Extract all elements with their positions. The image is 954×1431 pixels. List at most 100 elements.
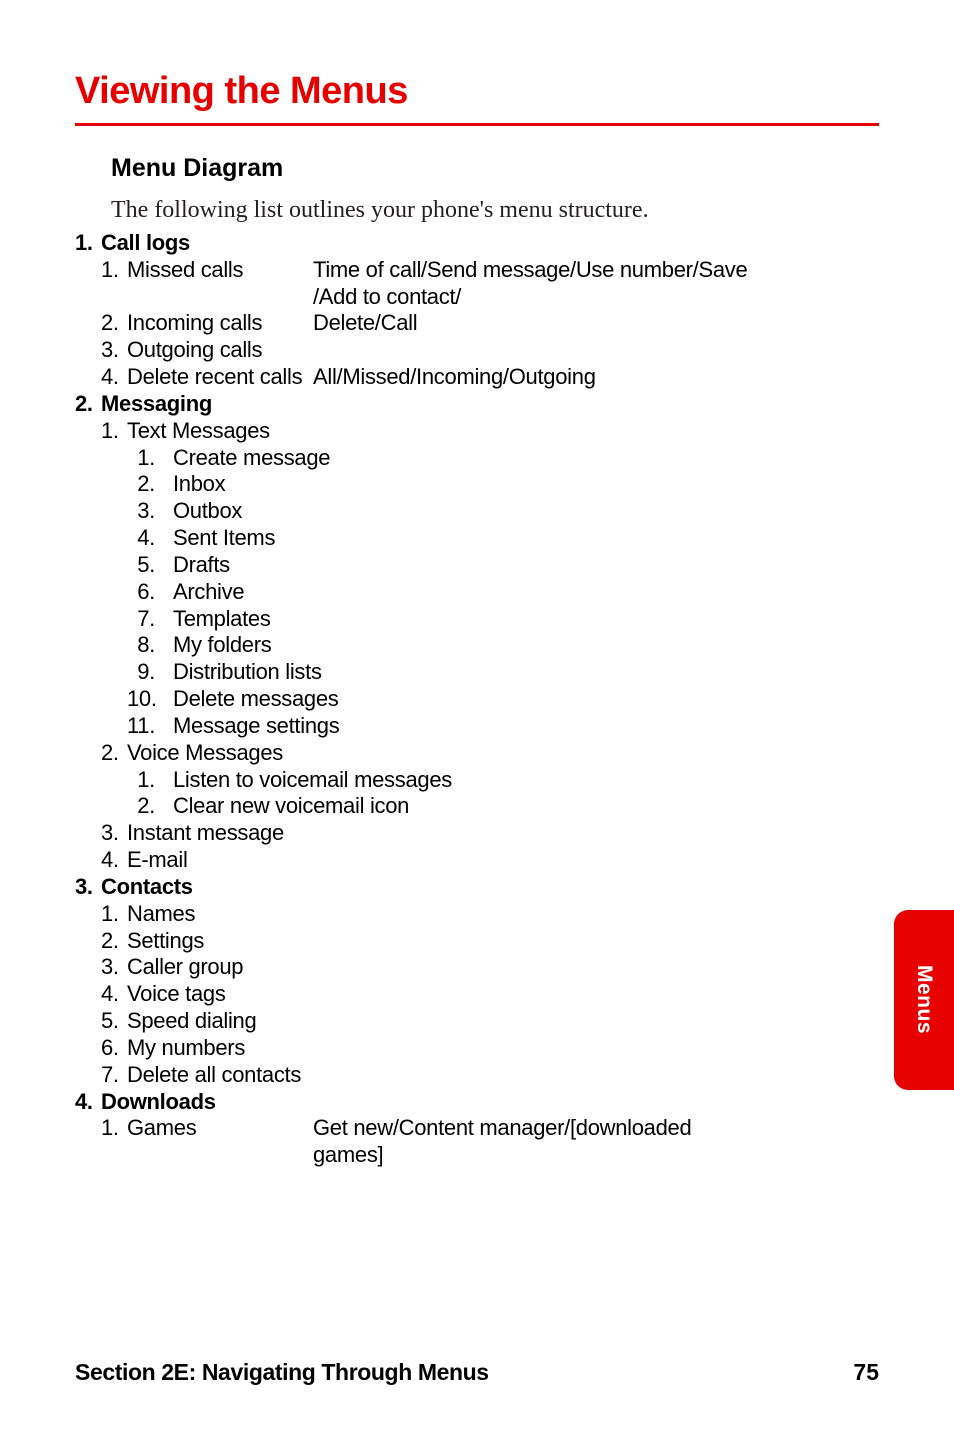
subitem-num: 10. <box>127 686 173 713</box>
subitem-label: Listen to voicemail messages <box>173 767 452 794</box>
item-label: Instant message <box>127 820 313 847</box>
subitem-label: Inbox <box>173 471 225 498</box>
page-heading: Viewing the Menus <box>75 70 879 113</box>
subitem-label: Message settings <box>173 713 339 740</box>
item-num: 3. <box>101 820 127 847</box>
menu-downloads: 4. Downloads <box>75 1089 879 1116</box>
contacts-caller-group: 3.Caller group <box>101 954 879 981</box>
subitem-num: 4. <box>127 525 173 552</box>
call-logs-missed: 1. Missed calls Time of call/Send messag… <box>101 257 879 284</box>
text-outbox: 3.Outbox <box>127 498 879 525</box>
menu-call-logs: 1. Call logs <box>75 230 879 257</box>
subitem-num: 6. <box>127 579 173 606</box>
item-label: Games <box>127 1115 313 1142</box>
menu-label: Downloads <box>101 1089 216 1116</box>
item-num: 2. <box>101 310 127 337</box>
content-area: Menu Diagram The following list outlines… <box>75 154 879 1169</box>
side-tab-menus: Menus <box>894 910 954 1090</box>
call-logs-outgoing: 3. Outgoing calls <box>101 337 879 364</box>
subitem-label: Delete messages <box>173 686 338 713</box>
intro-text: The following list outlines your phone's… <box>111 197 879 224</box>
item-detail: /Add to contact/ <box>313 284 879 311</box>
contacts-names: 1.Names <box>101 901 879 928</box>
item-detail-blank <box>313 337 879 364</box>
subitem-num: 3. <box>127 498 173 525</box>
contacts-speed-dialing: 5.Speed dialing <box>101 1008 879 1035</box>
item-label: Voice tags <box>127 981 313 1008</box>
messaging-email: 4. E-mail <box>101 847 879 874</box>
subitem-num: 7. <box>127 606 173 633</box>
menu-contacts: 3. Contacts <box>75 874 879 901</box>
subitem-label: Drafts <box>173 552 230 579</box>
subitem-label: Templates <box>173 606 271 633</box>
downloads-games: 1. Games Get new/Content manager/[downlo… <box>101 1115 879 1142</box>
item-label-blank <box>127 1142 313 1169</box>
menu-outline: 1. Call logs 1. Missed calls Time of cal… <box>75 230 879 1169</box>
item-label: My numbers <box>127 1035 313 1062</box>
subitem-label: My folders <box>173 632 271 659</box>
menu-num: 3. <box>75 874 101 901</box>
item-num: 4. <box>101 981 127 1008</box>
subitem-label: Outbox <box>173 498 242 525</box>
text-my-folders: 8.My folders <box>127 632 879 659</box>
item-num: 1. <box>101 418 127 445</box>
contacts-delete-all: 7.Delete all contacts <box>101 1062 879 1089</box>
item-label: Missed calls <box>127 257 313 284</box>
subitem-num: 9. <box>127 659 173 686</box>
text-message-settings: 11.Message settings <box>127 713 879 740</box>
text-sent-items: 4.Sent Items <box>127 525 879 552</box>
item-detail: Get new/Content manager/[downloaded <box>313 1115 879 1142</box>
item-num: 2. <box>101 740 127 767</box>
section-heading: Menu Diagram <box>111 154 879 183</box>
text-templates: 7.Templates <box>127 606 879 633</box>
item-label: Caller group <box>127 954 313 981</box>
item-num: 1. <box>101 257 127 284</box>
contacts-voice-tags: 4.Voice tags <box>101 981 879 1008</box>
contacts-settings: 2.Settings <box>101 928 879 955</box>
subitem-num: 1. <box>127 767 173 794</box>
item-num: 4. <box>101 847 127 874</box>
text-archive: 6.Archive <box>127 579 879 606</box>
menu-label: Contacts <box>101 874 193 901</box>
text-inbox: 2.Inbox <box>127 471 879 498</box>
item-label: Names <box>127 901 313 928</box>
messaging-voice-messages: 2. Voice Messages <box>101 740 879 767</box>
subitem-label: Create message <box>173 445 330 472</box>
call-logs-incoming: 2. Incoming calls Delete/Call <box>101 310 879 337</box>
contacts-my-numbers: 6.My numbers <box>101 1035 879 1062</box>
item-label: Voice Messages <box>127 740 313 767</box>
messaging-text-messages: 1. Text Messages <box>101 418 879 445</box>
item-label: Delete recent calls <box>127 364 313 391</box>
voice-listen: 1.Listen to voicemail messages <box>127 767 879 794</box>
item-num: 7. <box>101 1062 127 1089</box>
item-label: Speed dialing <box>127 1008 313 1035</box>
item-num: 2. <box>101 928 127 955</box>
menu-num: 2. <box>75 391 101 418</box>
item-label: Incoming calls <box>127 310 313 337</box>
subitem-num: 5. <box>127 552 173 579</box>
subitem-num: 2. <box>127 471 173 498</box>
footer-page-number: 75 <box>853 1359 879 1386</box>
item-detail: games] <box>313 1142 879 1169</box>
subitem-label: Archive <box>173 579 244 606</box>
item-num: 3. <box>101 954 127 981</box>
menu-label: Messaging <box>101 391 212 418</box>
item-num: 3. <box>101 337 127 364</box>
item-num: 4. <box>101 364 127 391</box>
item-num: 1. <box>101 1115 127 1142</box>
subitem-num: 11. <box>127 713 173 740</box>
subitem-num: 8. <box>127 632 173 659</box>
downloads-games-cont: games] <box>101 1142 879 1169</box>
call-logs-delete-recent: 4. Delete recent calls All/Missed/Incomi… <box>101 364 879 391</box>
heading-rule <box>75 123 879 126</box>
item-label: Outgoing calls <box>127 337 313 364</box>
side-tab-label: Menus <box>912 965 936 1034</box>
item-label: Delete all contacts <box>127 1062 313 1089</box>
text-delete-messages: 10.Delete messages <box>127 686 879 713</box>
menu-label: Call logs <box>101 230 190 257</box>
item-detail: Time of call/Send message/Use number/Sav… <box>313 257 879 284</box>
item-num: 6. <box>101 1035 127 1062</box>
menu-messaging: 2. Messaging <box>75 391 879 418</box>
menu-num: 1. <box>75 230 101 257</box>
call-logs-missed-cont: /Add to contact/ <box>101 284 879 311</box>
